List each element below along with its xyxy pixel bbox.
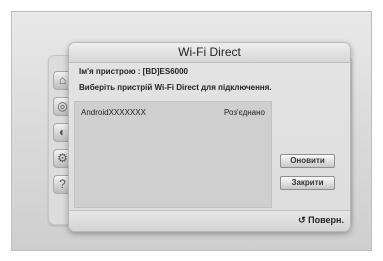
device-list-item[interactable]: AndroidXXXXXXX Роз'єднано	[75, 102, 271, 117]
device-name-label: Ім'я пристрою : [BD]ES6000	[79, 67, 189, 76]
tv-screen: ⌂ ◎ ◐ ⚙ ? Wi-Fi Direct Ім'я пристрою : […	[11, 11, 372, 251]
dialog-title: Wi-Fi Direct	[69, 43, 350, 63]
back-button[interactable]: ↺ Поверн.	[298, 215, 344, 226]
wifi-direct-dialog: Wi-Fi Direct Ім'я пристрою : [BD]ES6000 …	[68, 42, 351, 232]
back-label: Поверн.	[308, 215, 344, 225]
device-name: AndroidXXXXXXX	[81, 108, 146, 117]
refresh-button[interactable]: Оновити	[280, 154, 335, 168]
dialog-footer: ↺ Поверн.	[69, 210, 350, 231]
device-list: AndroidXXXXXXX Роз'єднано	[74, 101, 272, 208]
close-button[interactable]: Закрити	[280, 176, 335, 190]
instruction-text: Виберіть пристрій Wi-Fi Direct для підкл…	[79, 83, 272, 92]
return-icon: ↺	[298, 215, 306, 225]
device-status: Роз'єднано	[223, 108, 265, 117]
